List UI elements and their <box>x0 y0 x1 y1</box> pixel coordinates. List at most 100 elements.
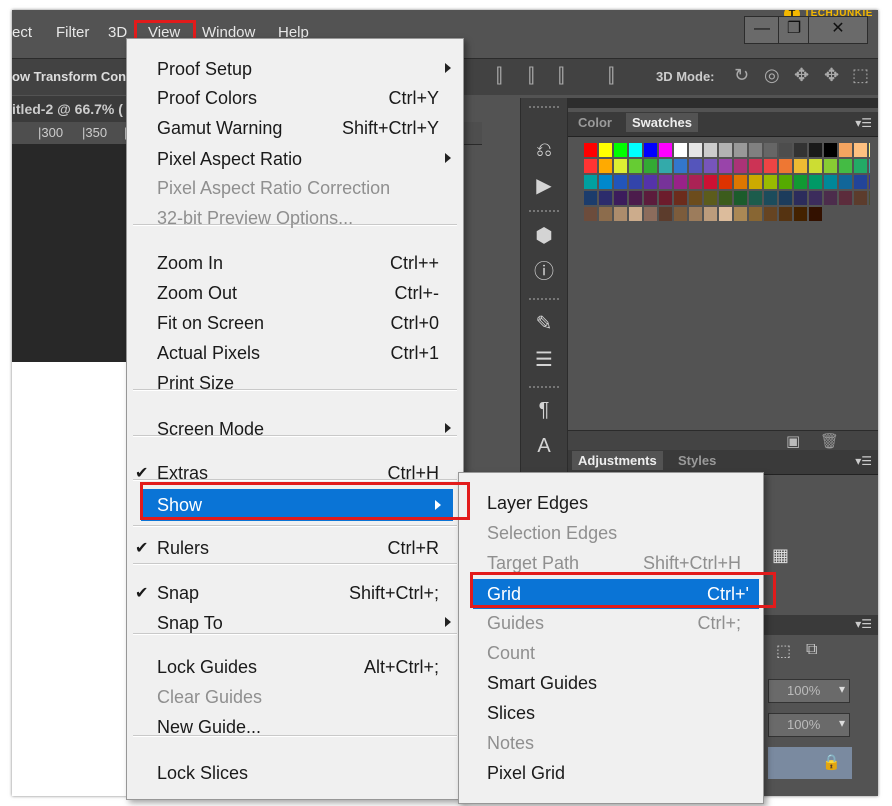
swatch[interactable] <box>779 143 792 157</box>
view-menu-item-lock-guides[interactable]: Lock Guides Alt+Ctrl+; <box>127 653 463 681</box>
swatch[interactable] <box>719 159 732 173</box>
tab-color[interactable]: Color <box>578 115 612 130</box>
swatch[interactable] <box>629 175 642 189</box>
swatch[interactable] <box>659 191 672 205</box>
swatch[interactable] <box>674 207 687 221</box>
swatch[interactable] <box>794 143 807 157</box>
swatch[interactable] <box>644 207 657 221</box>
swatch[interactable] <box>824 159 837 173</box>
swatch[interactable] <box>839 159 852 173</box>
view-menu-item-new-guide[interactable]: New Guide... <box>127 713 463 741</box>
transform-icon[interactable]: ⬚ <box>776 641 791 661</box>
swatch[interactable] <box>689 207 702 221</box>
swatch[interactable] <box>764 159 777 173</box>
swatch[interactable] <box>704 175 717 189</box>
swatch[interactable] <box>689 143 702 157</box>
align-icon-3[interactable]: ⫿ <box>558 65 564 88</box>
tab-styles[interactable]: Styles <box>678 453 716 468</box>
swatch[interactable] <box>749 143 762 157</box>
strip-grip[interactable] <box>529 106 559 111</box>
chevron-down-icon[interactable]: ▾ <box>839 682 845 696</box>
swatch[interactable] <box>584 175 597 189</box>
swatch[interactable] <box>809 175 822 189</box>
swatch[interactable] <box>734 143 747 157</box>
swatch[interactable] <box>734 175 747 189</box>
strip-grip[interactable] <box>529 298 559 303</box>
swatch[interactable] <box>659 159 672 173</box>
swatch[interactable] <box>704 191 717 205</box>
swatch[interactable] <box>839 191 852 205</box>
swatch[interactable] <box>764 175 777 189</box>
character-icon[interactable]: A <box>529 432 559 460</box>
duplicate-icon[interactable]: ⧉ <box>806 641 817 659</box>
swatch[interactable] <box>854 175 867 189</box>
3d-orbit-icon[interactable]: ↻ <box>734 65 749 86</box>
swatch[interactable] <box>629 143 642 157</box>
chevron-down-icon[interactable]: ▾ <box>839 716 845 730</box>
view-menu-item-proof-colors[interactable]: Proof Colors Ctrl+Y <box>127 84 463 112</box>
swatch[interactable] <box>794 175 807 189</box>
swatch[interactable] <box>854 159 867 173</box>
panel-collapse-bar[interactable] <box>568 98 878 108</box>
swatch[interactable] <box>809 143 822 157</box>
swatch[interactable] <box>779 191 792 205</box>
lock-icon[interactable]: 🔒 <box>822 753 841 771</box>
swatch[interactable] <box>644 143 657 157</box>
view-menu-item-fit-on-screen[interactable]: Fit on Screen Ctrl+0 <box>127 309 463 337</box>
swatch[interactable] <box>794 207 807 221</box>
swatch[interactable] <box>779 175 792 189</box>
swatch[interactable] <box>599 143 612 157</box>
swatch[interactable] <box>644 159 657 173</box>
swatch[interactable] <box>614 159 627 173</box>
swatch[interactable] <box>689 175 702 189</box>
swatch[interactable] <box>599 159 612 173</box>
distribute-icon[interactable]: ⫿ <box>608 65 614 88</box>
brush-presets-icon[interactable]: ☰ <box>529 346 559 374</box>
swatch[interactable] <box>659 207 672 221</box>
align-icon-2[interactable]: ⫿ <box>528 65 534 88</box>
swatch[interactable] <box>794 159 807 173</box>
show-submenu-item-layer-edges[interactable]: Layer Edges <box>459 489 763 517</box>
swatch[interactable] <box>764 191 777 205</box>
swatch[interactable] <box>854 143 867 157</box>
swatch-grid[interactable] <box>570 137 870 247</box>
swatch[interactable] <box>824 143 837 157</box>
strip-grip[interactable] <box>529 210 559 215</box>
channel-mixer-icon[interactable]: ▦ <box>772 545 789 566</box>
swatch[interactable] <box>869 143 870 157</box>
swatch[interactable] <box>584 207 597 221</box>
swatch[interactable] <box>734 207 747 221</box>
view-menu-item-pixel-aspect-ratio[interactable]: Pixel Aspect Ratio <box>127 145 463 173</box>
swatch[interactable] <box>584 191 597 205</box>
3d-slide-icon[interactable]: ✥ <box>824 65 839 86</box>
swatch[interactable] <box>809 207 822 221</box>
layer-row[interactable]: 🔒 <box>768 747 852 779</box>
tab-adjustments[interactable]: Adjustments <box>572 451 663 470</box>
swatch[interactable] <box>749 191 762 205</box>
swatch[interactable] <box>659 143 672 157</box>
menu-3d[interactable]: 3D <box>108 24 127 41</box>
info-icon[interactable]: ⓘ <box>529 258 559 286</box>
view-menu-item-proof-setup[interactable]: Proof Setup <box>127 55 463 83</box>
swatch[interactable] <box>644 191 657 205</box>
history-icon[interactable]: ⎌ <box>529 136 559 164</box>
swatch[interactable] <box>599 175 612 189</box>
swatch[interactable] <box>749 207 762 221</box>
swatch[interactable] <box>629 191 642 205</box>
document-canvas[interactable] <box>12 362 140 796</box>
swatch[interactable] <box>734 159 747 173</box>
swatch[interactable] <box>749 159 762 173</box>
brush-icon[interactable]: ✎ <box>529 310 559 338</box>
swatch[interactable] <box>779 207 792 221</box>
swatch[interactable] <box>689 191 702 205</box>
3d-roll-icon[interactable]: ◎ <box>764 65 780 86</box>
swatch[interactable] <box>854 191 867 205</box>
view-menu-item-snap-to[interactable]: Snap To <box>127 609 463 637</box>
swatch[interactable] <box>719 175 732 189</box>
trash-icon[interactable]: 🗑 <box>820 432 839 450</box>
menu-filter[interactable]: Filter <box>56 24 89 41</box>
swatch[interactable] <box>629 159 642 173</box>
tab-swatches[interactable]: Swatches <box>626 113 698 132</box>
swatch[interactable] <box>614 191 627 205</box>
3d-scale-icon[interactable]: ⬚ <box>852 65 869 86</box>
